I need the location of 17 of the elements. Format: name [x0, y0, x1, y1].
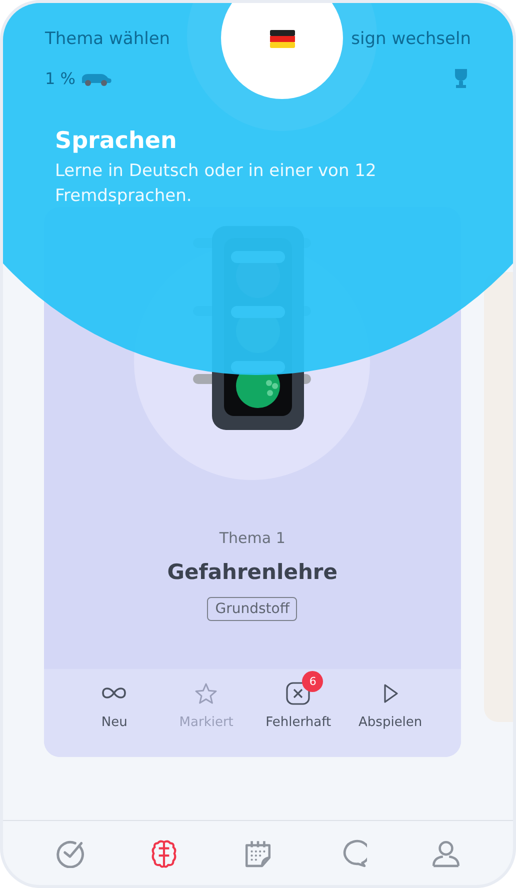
german-flag-icon: [270, 30, 295, 48]
action-button[interactable]: 6 Fehlerhaft: [255, 669, 342, 736]
check-circle-icon[interactable]: [55, 838, 85, 868]
progress-percent: 1 %: [45, 68, 76, 88]
topic-number: Thema 1: [219, 529, 286, 547]
brain-icon[interactable]: [149, 838, 179, 868]
coach-mark-title: Sprachen: [55, 128, 178, 154]
level-tag: Grundstoff: [207, 597, 298, 621]
count-badge: 6: [302, 671, 324, 692]
screen-title: Thema wählen: [45, 29, 170, 49]
topic-title: Gefahrenlehre: [167, 560, 338, 584]
coach-mark-text: Lerne in Deutsch oder in einer von 12 Fremdsprachen.: [55, 160, 378, 208]
action-button[interactable]: Abspielen: [347, 669, 434, 736]
design-link[interactable]: sign wechseln: [351, 29, 471, 49]
action-button[interactable]: Neu: [71, 669, 158, 736]
calendar-icon[interactable]: [243, 838, 273, 868]
profile-icon[interactable]: [431, 838, 461, 868]
